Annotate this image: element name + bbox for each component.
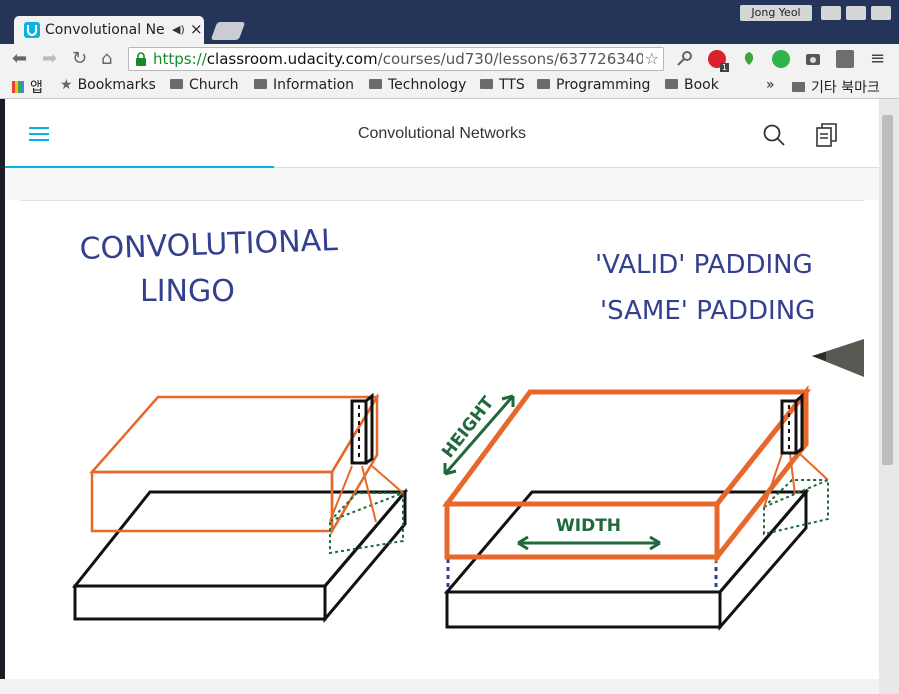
bookmarks-overflow-button[interactable]: » — [766, 77, 775, 93]
scrollbar-thumb[interactable] — [882, 115, 893, 465]
minimize-button[interactable] — [821, 6, 841, 20]
bookmark-technology[interactable]: Technology — [369, 77, 466, 93]
folder-icon — [254, 79, 267, 89]
height-label: HEIGHT — [438, 393, 498, 462]
width-arrow — [517, 535, 661, 551]
screenshot-extension-icon[interactable] — [804, 50, 822, 68]
bookmark-information[interactable]: Information — [254, 77, 354, 93]
address-bar[interactable]: https://classroom.udacity.com/courses/ud… — [128, 47, 664, 71]
tab-title: Convolutional Ne — [45, 22, 165, 38]
bookmark-book[interactable]: Book — [665, 77, 719, 93]
page-title: Convolutional Networks — [357, 125, 527, 142]
hello-extension-icon[interactable] — [836, 50, 854, 68]
search-icon[interactable] — [763, 124, 785, 146]
folder-icon — [537, 79, 550, 89]
folder-icon — [480, 79, 493, 89]
window-bottom-edge — [0, 679, 879, 694]
bookmark-church[interactable]: Church — [170, 77, 239, 93]
padding-marks — [446, 559, 718, 589]
maximize-button[interactable] — [846, 6, 866, 20]
lock-icon — [136, 52, 146, 66]
bookmark-other[interactable]: 기타 북마크 — [792, 77, 880, 97]
app-header: Convolutional Networks — [5, 99, 879, 168]
notes-icon[interactable] — [816, 123, 838, 147]
udacity-favicon-icon — [24, 22, 40, 38]
window-close-button[interactable] — [871, 6, 891, 20]
same-padding-label: 'SAME' PADDING — [600, 296, 815, 326]
width-label: WIDTH — [556, 516, 621, 536]
tab-close-icon[interactable]: × — [190, 20, 203, 38]
page-viewport: Convolutional Networks CONVOLUTIONAL LIN… — [5, 99, 879, 679]
back-icon[interactable]: ⬅ — [12, 49, 27, 69]
same-output-volume — [442, 384, 812, 565]
extension-badge: 1 — [719, 63, 729, 72]
apps-grid-icon — [12, 81, 24, 93]
bookmarks-bar: 앱 ★ Bookmarks Church Information Technolo… — [0, 74, 899, 99]
valid-input-volume — [71, 487, 409, 624]
star-icon: ★ — [60, 77, 73, 93]
recorder-extension-icon[interactable]: 1 — [708, 50, 729, 72]
heading-line2: LINGO — [140, 274, 235, 309]
folder-icon — [369, 79, 382, 89]
bookmark-star-icon[interactable]: ☆ — [645, 49, 659, 68]
bookmark-bookmarks[interactable]: ★ Bookmarks — [60, 77, 156, 93]
pen-tip-icon — [812, 339, 864, 377]
browser-toolbar: ⬅ ➡ ↻ ⌂ https://classroom.udacity.com/co… — [0, 44, 899, 74]
new-tab-button[interactable] — [210, 22, 246, 40]
browser-titlebar: Convolutional Ne ◀) × Jong Yeol — [0, 0, 899, 44]
folder-icon — [170, 79, 183, 89]
speaker-icon[interactable]: ◀) — [172, 23, 185, 36]
apps-shortcut[interactable]: 앱 — [12, 77, 43, 97]
browser-tab[interactable]: Convolutional Ne ◀) × — [14, 16, 204, 44]
folder-icon — [665, 79, 678, 89]
menu-icon[interactable]: ≡ — [870, 49, 885, 69]
heading-line1: CONVOLUTIONAL — [79, 223, 339, 267]
home-icon[interactable]: ⌂ — [101, 49, 112, 69]
leaf-extension-icon[interactable] — [740, 50, 758, 68]
lecture-video[interactable]: CONVOLUTIONAL LINGO 'VALID' PADDING 'SAM… — [20, 200, 864, 679]
forward-icon[interactable]: ➡ — [42, 49, 57, 69]
profile-button[interactable]: Jong Yeol — [740, 5, 812, 21]
url-text: https://classroom.udacity.com/courses/ud… — [153, 50, 643, 68]
content-gap — [5, 168, 879, 200]
valid-padding-label: 'VALID' PADDING — [595, 250, 813, 280]
reload-icon[interactable]: ↻ — [72, 49, 87, 69]
bookmark-tts[interactable]: TTS — [480, 77, 525, 93]
bookmark-programming[interactable]: Programming — [537, 77, 650, 93]
same-patch — [763, 392, 829, 536]
key-extension-icon[interactable] — [676, 50, 694, 68]
pocket-extension-icon[interactable] — [772, 50, 790, 68]
whiteboard-drawing: CONVOLUTIONAL LINGO 'VALID' PADDING 'SAM… — [71, 223, 864, 632]
folder-icon — [792, 82, 805, 92]
